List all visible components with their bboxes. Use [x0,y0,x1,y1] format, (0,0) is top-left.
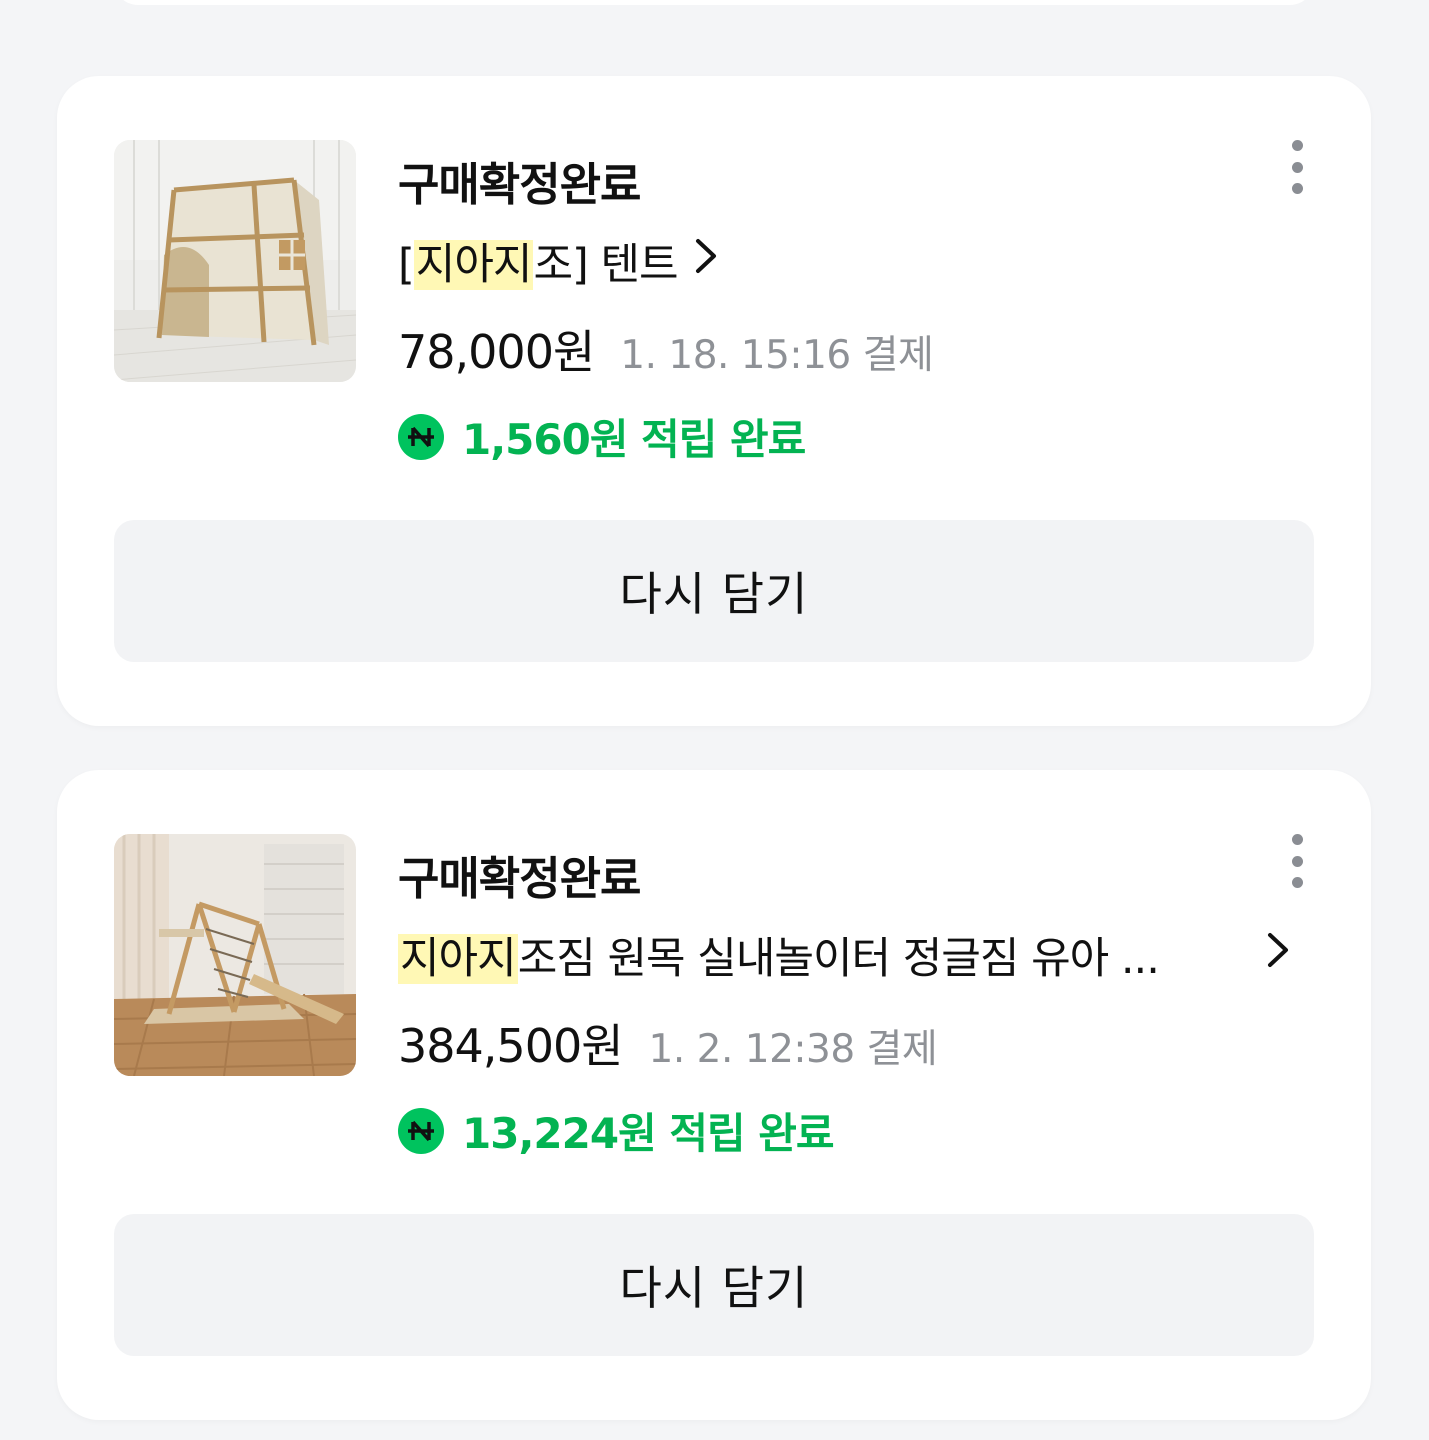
title-rest: 조짐 원목 실내놀이터 정글짐 유아 ... [517,934,1159,984]
product-title-link[interactable]: [지아지조] 텐트 [398,228,718,294]
order-card: 구매확정완료 [지아지조] 텐트 78,000원 1. 18. 15:16 결제… [57,76,1371,726]
chevron-right-icon [694,236,718,286]
product-thumbnail[interactable] [114,834,356,1076]
order-status: 구매확정완료 [398,158,641,211]
jungle-gym-image [114,834,356,1076]
previous-card-edge [114,0,1314,5]
product-title-link[interactable]: 지아지조짐 원목 실내놀이터 정글짐 유아 ... [398,922,1298,988]
points-earned: 13,224원 적립 완료 [462,1109,835,1158]
order-card: 구매확정완료 지아지조짐 원목 실내놀이터 정글짐 유아 ... 384,500… [57,770,1371,1420]
order-price: 78,000원 [398,325,595,379]
more-options-icon[interactable] [1283,834,1311,888]
naver-points-icon [398,1107,444,1154]
payment-date: 1. 18. 15:16 결제 [620,333,934,378]
title-rest: 조] 텐트 [533,240,678,290]
tent-image [114,140,356,382]
search-highlight: 지아지 [413,240,534,290]
points-row: 1,560원 적립 완료 [398,406,806,467]
add-to-cart-again-button[interactable]: 다시 담기 [114,520,1314,662]
points-row: 13,224원 적립 완료 [398,1100,835,1161]
title-prefix: [ [398,240,415,290]
more-options-icon[interactable] [1283,140,1311,194]
search-highlight: 지아지 [398,934,518,984]
points-earned: 1,560원 적립 완료 [462,415,806,464]
price-row: 384,500원 1. 2. 12:38 결제 [398,1010,938,1076]
price-row: 78,000원 1. 18. 15:16 결제 [398,316,934,382]
add-to-cart-again-button[interactable]: 다시 담기 [114,1214,1314,1356]
naver-points-icon [398,413,444,460]
order-price: 384,500원 [398,1019,624,1073]
chevron-right-icon [1266,930,1290,980]
payment-date: 1. 2. 12:38 결제 [648,1027,938,1072]
product-thumbnail[interactable] [114,140,356,382]
order-status: 구매확정완료 [398,852,641,905]
